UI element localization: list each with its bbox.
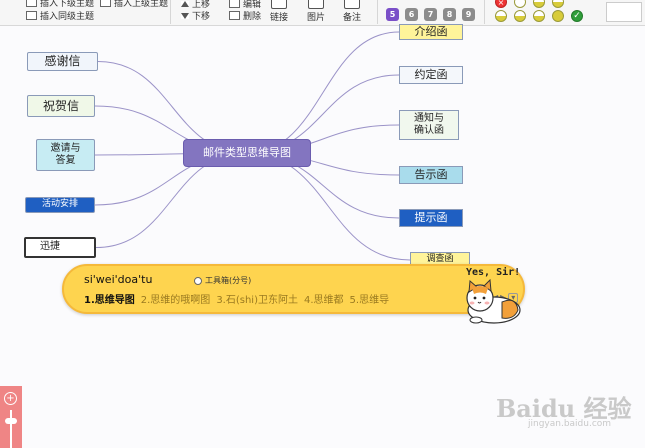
edit-icon — [229, 0, 240, 8]
ime-candidate[interactable]: 2.思维的哦啊图 — [141, 291, 211, 306]
priority-7-icon[interactable]: 7 — [424, 8, 437, 21]
toolbar-divider — [170, 0, 171, 24]
priority-8-icon[interactable]: 8 — [443, 8, 456, 21]
note-button[interactable]: 备注 — [343, 0, 361, 23]
toolbar-search-box[interactable] — [606, 2, 642, 22]
image-icon — [308, 0, 324, 9]
baidu-jingyan-watermark: Baidu 经验 jingyan.baidu.com — [496, 385, 645, 435]
ime-candidate[interactable]: 3.石(shi)卫东阿土 — [216, 291, 298, 306]
mindmap-link — [246, 31, 400, 154]
toolbar-divider — [484, 0, 485, 24]
insert-parent-icon — [100, 0, 111, 7]
priority-5-icon[interactable]: 5 — [386, 8, 399, 21]
mindmap-node-notice-confirmation-letter[interactable]: 通知与 确认函 — [399, 110, 459, 140]
zoom-slider-handle[interactable] — [5, 418, 17, 424]
mindmap-node-appointment-letter[interactable]: 约定函 — [399, 66, 463, 84]
zoom-slider-track[interactable] — [10, 410, 12, 448]
progress-87-icon[interactable] — [552, 10, 564, 22]
zoom-control: + — [0, 386, 22, 448]
priority-9-icon[interactable]: 9 — [462, 8, 475, 21]
ime-candidate[interactable]: 1.思维导图 — [84, 291, 135, 306]
note-icon — [344, 0, 360, 9]
delete-icon — [229, 11, 240, 20]
mindmap-node-event-schedule[interactable]: 活动安排 — [25, 197, 95, 213]
arrow-up-icon — [181, 0, 189, 7]
cat-mascot-icon — [466, 278, 521, 324]
mindmap-node-announcement-letter[interactable]: 告示函 — [399, 166, 463, 184]
mindmap-link — [95, 152, 248, 248]
ime-candidate-panel: si'wei'doa'tu 工具箱(分号) 1.思维导图 2.思维的哦啊图 3.… — [62, 264, 525, 314]
ime-toolbox-button[interactable]: 工具箱(分号) — [194, 275, 251, 286]
insert-sibling-icon — [26, 11, 37, 20]
mindmap-link — [246, 152, 411, 261]
progress-62-icon[interactable] — [533, 10, 545, 22]
zoom-in-icon[interactable]: + — [4, 392, 17, 405]
progress-50-icon[interactable] — [514, 10, 526, 22]
insert-sub-icon — [26, 0, 37, 7]
progress-remove-icon[interactable]: × — [495, 0, 507, 8]
mindmap-node-reminder-letter[interactable]: 提示函 — [399, 209, 463, 227]
priority-6-icon[interactable]: 6 — [405, 8, 418, 21]
arrow-down-icon — [181, 12, 189, 19]
ime-composition-text: si'wei'doa'tu — [84, 273, 153, 286]
mindmap-node-editing-input[interactable]: 迅捷 — [24, 237, 96, 258]
mindmap-node-invitation-reply[interactable]: 邀请与 答复 — [36, 139, 95, 171]
insert-sub-topic-button[interactable]: 插入下级主题 — [26, 0, 94, 9]
toolbar: 插入下级主题 插入上级主题 插入同级主题 上移 下移 编辑 删除 链接 图片 备… — [0, 0, 645, 26]
ime-candidate[interactable]: 4.思维都 — [304, 291, 344, 306]
watermark-url: jingyan.baidu.com — [528, 419, 612, 429]
insert-sibling-topic-button[interactable]: 插入同级主题 — [26, 9, 94, 22]
move-down-button[interactable]: 下移 — [181, 9, 210, 22]
image-button[interactable]: 图片 — [307, 0, 325, 23]
progress-done-icon[interactable]: ✓ — [571, 10, 583, 22]
mindmap-node-congratulation-letter[interactable]: 祝贺信 — [27, 95, 95, 117]
toolbar-divider — [377, 0, 378, 24]
link-button[interactable]: 链接 — [270, 0, 288, 23]
mindmap-node-introduction-letter[interactable]: 介绍函 — [399, 24, 463, 40]
progress-0-icon[interactable] — [514, 0, 526, 8]
ime-candidate[interactable]: 5.思维导 — [350, 291, 390, 306]
progress-12-icon[interactable] — [533, 0, 545, 8]
link-icon — [271, 0, 287, 9]
gear-icon — [194, 276, 202, 285]
mindmap-central-topic[interactable]: 邮件类型思维导图 — [183, 139, 311, 167]
insert-parent-topic-button[interactable]: 插入上级主题 — [100, 0, 168, 9]
progress-37-icon[interactable] — [495, 10, 507, 22]
progress-25-icon[interactable] — [552, 0, 564, 8]
mindmap-node-thanks-letter[interactable]: 感谢信 — [27, 52, 98, 71]
ime-candidates: 1.思维导图 2.思维的哦啊图 3.石(shi)卫东阿土 4.思维都 5.思维导 — [84, 291, 389, 306]
delete-button[interactable]: 删除 — [229, 9, 261, 22]
